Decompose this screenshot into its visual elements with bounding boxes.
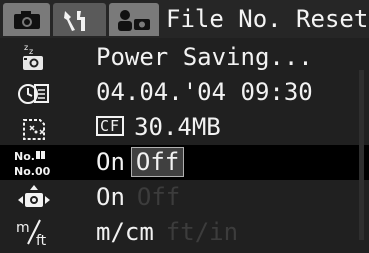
scrollbar[interactable]	[359, 70, 364, 240]
svg-text:No.: No.	[14, 150, 35, 163]
date-time-icon	[10, 77, 70, 108]
option-on-selected[interactable]: On	[96, 183, 125, 211]
option-m-cm-selected[interactable]: m/cm	[96, 218, 154, 246]
distance-units-options: m/cm ft/in	[96, 215, 238, 250]
svg-text:z: z	[29, 47, 33, 56]
card-capacity-value: 30.4MB	[134, 113, 221, 141]
menu-item-power-saving[interactable]: z z Power Saving...	[0, 40, 369, 75]
option-on[interactable]: On	[96, 148, 125, 176]
file-number-reset-icon: No. No.00	[10, 147, 70, 178]
option-off[interactable]: Off	[137, 180, 180, 215]
distance-units-icon: m ft	[10, 217, 70, 248]
auto-rotate-options: On Off	[96, 180, 180, 215]
power-saving-label: Power Saving...	[96, 43, 313, 71]
format-card-icon	[10, 112, 70, 143]
card-capacity: CF 30.4MB	[96, 110, 221, 145]
menu-item-distance-units[interactable]: m ft m/cm ft/in	[0, 215, 369, 250]
file-no-reset-options: On Off	[96, 145, 185, 180]
my-camera-icon	[118, 9, 150, 31]
menu-item-file-no-reset[interactable]: No. No.00 On Off	[0, 145, 369, 180]
menu-item-auto-rotate[interactable]: On Off	[0, 180, 369, 215]
auto-rotate-icon	[10, 182, 70, 213]
svg-text:ft: ft	[36, 233, 47, 248]
camera-menu-screen: File No. Reset z z Power Saving... 04.04…	[0, 0, 369, 253]
menu-item-date-time[interactable]: 04.04.'04 09:30	[0, 75, 369, 110]
date-time-value: 04.04.'04 09:30	[96, 78, 313, 106]
svg-text:z: z	[24, 43, 28, 52]
tab-my-camera[interactable]	[109, 3, 159, 36]
svg-text:m: m	[16, 220, 30, 236]
cf-card-badge: CF	[96, 116, 125, 136]
option-ft-in[interactable]: ft/in	[166, 215, 238, 250]
active-menu-item-title: File No. Reset	[166, 5, 369, 33]
tab-shooting[interactable]	[3, 3, 50, 36]
power-saving-icon: z z	[10, 42, 70, 73]
menu-tab-bar: File No. Reset	[0, 0, 369, 38]
svg-text:No.00: No.00	[14, 165, 51, 178]
menu-item-format[interactable]: CF 30.4MB	[0, 110, 369, 145]
camera-icon	[13, 10, 40, 29]
setup-tools-icon	[63, 10, 85, 31]
option-off-selected[interactable]: Off	[130, 147, 185, 177]
tab-setup[interactable]	[53, 3, 106, 36]
